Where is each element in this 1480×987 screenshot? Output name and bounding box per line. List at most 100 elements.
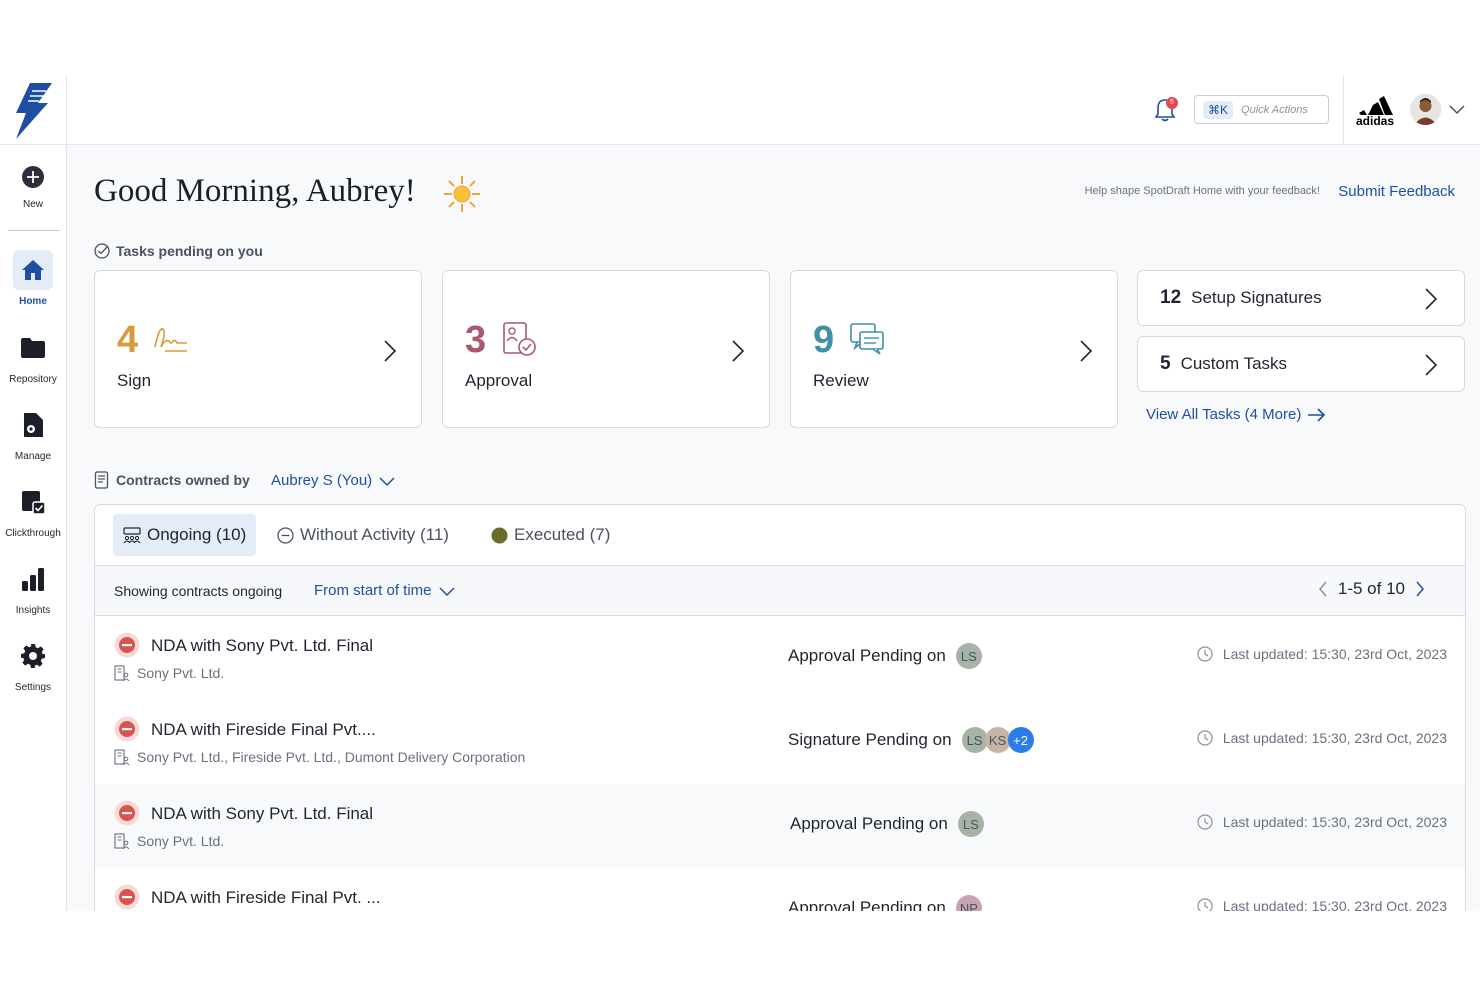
table-row[interactable]: NDA with Fireside Final Pvt.... Sony Pvt… <box>95 700 1465 784</box>
sidebar-item-new[interactable]: New <box>0 157 66 210</box>
building-icon <box>114 665 130 681</box>
view-all-tasks-link[interactable]: View All Tasks (4 More) <box>1146 406 1327 423</box>
contract-parties-text: Sony Pvt. Ltd., Fireside Pvt. Ltd., Dumo… <box>137 749 526 765</box>
contracts-section-label: Contracts owned by <box>94 471 250 489</box>
contract-title[interactable]: NDA with Fireside Final Pvt.... <box>151 720 376 740</box>
contract-title[interactable]: NDA with Sony Pvt. Ltd. Final <box>151 636 373 656</box>
quick-actions-button[interactable]: ⌘K Quick Actions <box>1194 95 1329 124</box>
status-stop-icon <box>114 800 140 826</box>
assignee-chip[interactable]: LS <box>961 727 988 753</box>
task-card-sign[interactable]: 4 Sign <box>94 270 422 428</box>
chevron-down-icon <box>379 476 395 486</box>
chevron-right-icon[interactable] <box>1415 580 1425 598</box>
contract-parties-text: Sony Pvt. Ltd. <box>137 833 225 849</box>
sidebar-item-repository[interactable]: Repository <box>0 328 66 385</box>
people-icon <box>123 527 141 543</box>
clock-icon <box>1197 898 1213 911</box>
chevron-down-icon[interactable] <box>1448 102 1466 116</box>
building-icon <box>114 833 130 849</box>
table-row[interactable]: NDA with Sony Pvt. Ltd. Final Sony Pvt. … <box>95 784 1465 868</box>
status-stop-icon <box>114 716 140 742</box>
task-card-approval[interactable]: 3 Approval <box>442 270 770 428</box>
bar-chart-icon <box>13 559 53 599</box>
status-stop-icon <box>114 884 140 910</box>
owner-dropdown[interactable]: Aubrey S (You) <box>271 472 396 489</box>
view-all-label: View All Tasks (4 More) <box>1146 406 1302 423</box>
sidebar-item-label: Settings <box>14 682 52 693</box>
period-label: From start of time <box>314 582 432 599</box>
gear-icon <box>13 636 53 676</box>
task-count: 9 <box>813 319 835 361</box>
task-card-review[interactable]: 9 Review <box>790 270 1118 428</box>
notification-badge: 5 <box>1166 97 1178 109</box>
pending-label: Approval Pending on <box>790 814 948 833</box>
tab-label: Without Activity (11) <box>300 525 449 544</box>
last-updated-text: Last updated: 15:30, 23rd Oct, 2023 <box>1222 646 1447 662</box>
spotdraft-logo-icon[interactable] <box>8 81 56 143</box>
contract-parties: Sony Pvt. Ltd. <box>114 833 224 849</box>
topbar: 5 ⌘K Quick Actions adidas <box>67 75 1480 145</box>
task-label: Approval <box>465 371 533 390</box>
chevron-right-icon <box>1080 340 1093 362</box>
pending-status: Approval Pending on LS <box>788 643 982 669</box>
last-updated-text: Last updated: 15:30, 23rd Oct, 2023 <box>1222 730 1447 746</box>
contract-parties: Sony Pvt. Ltd., Fireside Pvt. Ltd., Dumo… <box>114 749 525 765</box>
feedback-help-text: Help shape SpotDraft Home with your feed… <box>1084 185 1320 197</box>
svg-text:adidas: adidas <box>1356 114 1394 127</box>
sidebar-item-label: New <box>22 199 43 210</box>
pagination-label: 1-5 of 10 <box>1337 579 1405 598</box>
owner-label: Aubrey S (You) <box>271 472 373 489</box>
sidebar-item-insights[interactable]: Insights <box>0 559 66 616</box>
task-count: 5 <box>1160 353 1171 374</box>
table-row[interactable]: NDA with Fireside Final Pvt. ... Approva… <box>95 868 1465 911</box>
page-title: Good Morning, Aubrey! <box>94 173 416 209</box>
folder-icon <box>13 328 53 368</box>
chevron-right-icon <box>1425 354 1438 376</box>
last-updated: Last updated: 15:30, 23rd Oct, 2023 <box>1197 814 1447 830</box>
contract-title[interactable]: NDA with Sony Pvt. Ltd. Final <box>151 804 373 824</box>
sidebar-item-manage[interactable]: Manage <box>0 405 66 462</box>
signature-icon <box>154 328 187 352</box>
document-gear-icon <box>13 405 53 445</box>
table-row[interactable]: NDA with Sony Pvt. Ltd. Final Sony Pvt. … <box>95 616 1465 700</box>
pending-label: Approval Pending on <box>788 898 946 911</box>
period-dropdown[interactable]: From start of time <box>314 582 456 599</box>
submit-feedback-link[interactable]: Submit Feedback <box>1338 183 1455 200</box>
tab-without-activity[interactable]: Without Activity (11) <box>267 514 459 556</box>
sidebar-item-settings[interactable]: Settings <box>0 636 66 693</box>
assignee-chip[interactable]: LS <box>957 811 984 837</box>
topbar-divider <box>1343 75 1344 145</box>
app: New Home Repository Manage Clickthrough … <box>0 75 1480 911</box>
tab-ongoing[interactable]: Ongoing (10) <box>113 514 257 556</box>
sun-icon <box>444 176 480 212</box>
home-icon <box>13 250 53 290</box>
task-count: 3 <box>465 319 487 361</box>
custom-tasks-card[interactable]: 5 Custom Tasks <box>1137 336 1465 392</box>
sidebar-item-clickthrough[interactable]: Clickthrough <box>0 482 66 539</box>
sidebar-divider <box>8 230 60 231</box>
check-circle-icon <box>94 243 110 259</box>
task-count: 12 <box>1160 287 1182 308</box>
showing-label: Showing contracts ongoing <box>114 583 283 599</box>
contract-parties: Sony Pvt. Ltd. <box>114 665 224 681</box>
sidebar-item-label: Manage <box>14 451 52 462</box>
pending-status: Approval Pending on LS <box>790 811 984 837</box>
contract-title[interactable]: NDA with Fireside Final Pvt. ... <box>151 888 381 908</box>
assignee-more-chip[interactable]: +2 <box>1007 727 1034 753</box>
adidas-logo-icon: adidas <box>1356 96 1394 127</box>
tab-label: Ongoing (10) <box>147 525 247 544</box>
contracts-panel: Ongoing (10) Without Activity (11) Execu… <box>94 504 1466 911</box>
document-icon <box>94 471 109 489</box>
assignee-chip[interactable]: KS <box>984 727 1011 753</box>
tab-executed[interactable]: Executed (7) <box>481 514 620 556</box>
sidebar-divider <box>0 144 67 145</box>
task-label: Custom Tasks <box>1180 354 1288 373</box>
setup-signatures-card[interactable]: 12 Setup Signatures <box>1137 270 1465 326</box>
chevron-left-icon[interactable] <box>1318 580 1328 598</box>
assignee-chip[interactable]: LS <box>955 643 982 669</box>
avatar[interactable] <box>1410 94 1441 125</box>
building-icon <box>114 749 130 765</box>
tasks-section-label: Tasks pending on you <box>94 243 263 259</box>
assignee-chip[interactable]: NP <box>955 895 982 911</box>
sidebar-item-home[interactable]: Home <box>0 250 66 307</box>
